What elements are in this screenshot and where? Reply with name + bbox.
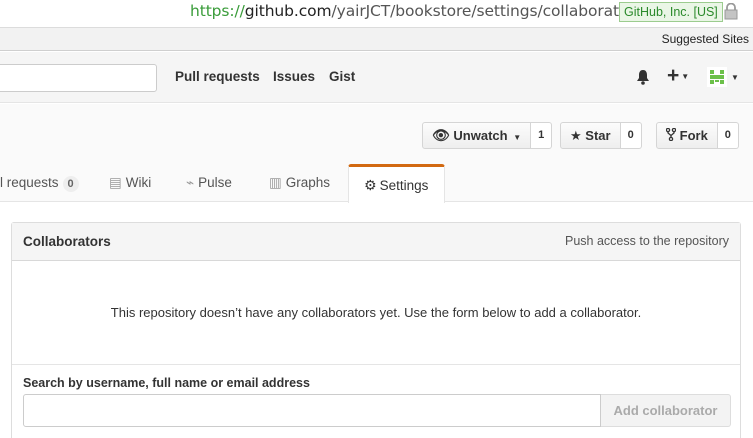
add-collaborator-button[interactable]: Add collaborator: [601, 394, 731, 427]
star-group: ★ Star 0: [560, 122, 642, 149]
unwatch-button[interactable]: 👁 Unwatch ▼: [422, 122, 532, 149]
collaborators-header: Collaborators Push access to the reposit…: [12, 223, 740, 261]
tab-graphs[interactable]: ▥ Graphs: [269, 165, 330, 202]
plus-icon: +: [667, 64, 680, 87]
collaborators-panel: Collaborators Push access to the reposit…: [11, 222, 741, 438]
chevron-down-icon: ▼: [681, 71, 690, 81]
tab-wiki[interactable]: ▤ Wiki: [109, 165, 151, 202]
bell-icon[interactable]: [636, 69, 650, 85]
push-access-note: Push access to the repository: [565, 234, 729, 248]
url-text[interactable]: https://github.com/yairJCT/bookstore/set…: [190, 2, 642, 20]
pulse-icon: ⌁: [186, 175, 195, 190]
book-icon: ▤: [109, 175, 122, 190]
tab-settings-label: Settings: [379, 178, 429, 193]
url-host: github.com: [244, 2, 332, 20]
site-header: Pull requests Issues Gist + ▼ ▼: [0, 52, 753, 103]
star-icon: ★: [570, 128, 582, 143]
site-search-input[interactable]: [0, 64, 157, 92]
create-new-menu[interactable]: + ▼: [667, 65, 689, 87]
collaborators-title: Collaborators: [23, 234, 111, 249]
lock-icon: [724, 3, 738, 20]
no-collaborators-message: This repository doesn’t have any collabo…: [12, 261, 740, 365]
fork-icon: [665, 127, 677, 142]
pull-requests-counter: 0: [62, 176, 79, 192]
unwatch-label: Unwatch: [453, 128, 508, 143]
fork-count[interactable]: 0: [717, 122, 739, 149]
tab-graphs-label: Graphs: [285, 175, 331, 190]
watch-count[interactable]: 1: [531, 122, 553, 149]
chevron-down-icon: ▼: [513, 133, 522, 142]
tab-pulse-label: Pulse: [198, 175, 232, 190]
url-scheme: https://: [190, 2, 245, 20]
ev-certificate-badge[interactable]: GitHub, Inc. [US]: [619, 2, 723, 22]
nav-pull-requests[interactable]: Pull requests: [175, 69, 260, 84]
eye-icon: 👁: [432, 127, 450, 143]
star-label: Star: [585, 128, 611, 143]
user-menu[interactable]: ▼: [707, 67, 739, 87]
star-count[interactable]: 0: [620, 122, 642, 149]
graph-icon: ▥: [269, 175, 282, 190]
collaborator-search-input[interactable]: [23, 394, 601, 427]
collaborator-search-label: Search by username, full name or email a…: [23, 376, 310, 390]
avatar: [707, 67, 727, 87]
suggested-sites-link[interactable]: Suggested Sites: [662, 32, 749, 46]
fork-label: Fork: [679, 128, 708, 143]
nav-issues[interactable]: Issues: [273, 69, 315, 84]
watch-group: 👁 Unwatch ▼ 1: [422, 122, 553, 149]
gear-icon: ⚙: [364, 177, 377, 193]
nav-gist[interactable]: Gist: [329, 69, 355, 84]
repo-header: 👁 Unwatch ▼ 1 ★ Star 0 Fork 0 l requests…: [0, 104, 753, 203]
fork-group: Fork 0: [656, 122, 739, 149]
tab-pull-requests[interactable]: l requests 0: [0, 165, 79, 202]
bookmarks-bar: Suggested Sites: [0, 27, 753, 51]
tab-settings[interactable]: ⚙ Settings: [348, 164, 445, 203]
star-button[interactable]: ★ Star: [560, 122, 621, 149]
tab-wiki-label: Wiki: [125, 175, 152, 190]
browser-address-bar[interactable]: https://github.com/yairJCT/bookstore/set…: [0, 0, 753, 26]
add-collaborator-form: Add collaborator: [23, 394, 731, 427]
fork-button[interactable]: Fork: [656, 122, 718, 149]
tab-pulse[interactable]: ⌁ Pulse: [186, 165, 232, 202]
url-path: /yairJCT/bookstore/settings/collaboratio…: [331, 2, 643, 20]
tab-pull-requests-label: l requests: [0, 175, 59, 190]
chevron-down-icon: ▼: [731, 72, 739, 82]
